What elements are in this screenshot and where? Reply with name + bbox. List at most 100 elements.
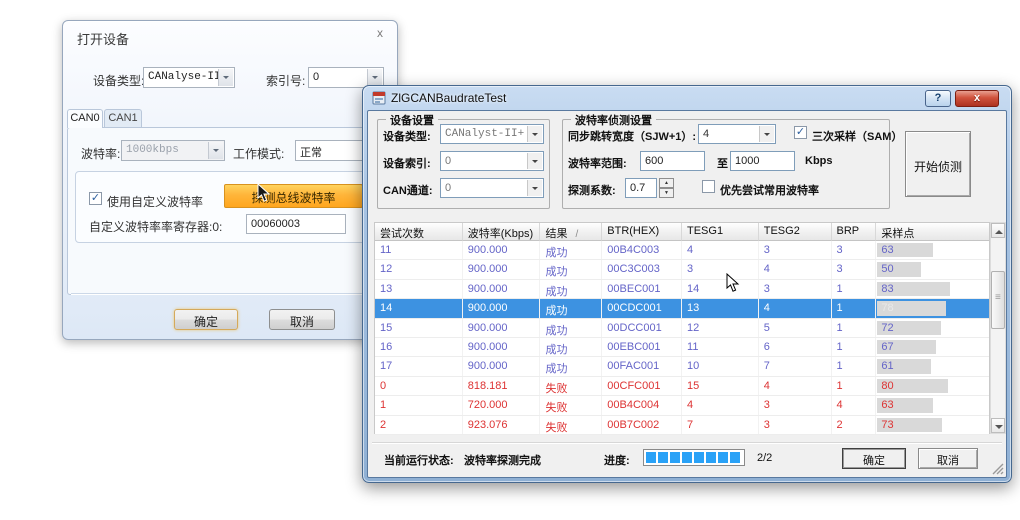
table-row[interactable]: 11900.000成功00B4C00343363 bbox=[375, 241, 989, 260]
coefficient-input[interactable] bbox=[625, 178, 657, 198]
table-cell: 16 bbox=[375, 338, 463, 356]
sample-point-value: 72 bbox=[881, 322, 893, 334]
sjw-combo[interactable]: 4 bbox=[698, 124, 776, 144]
col-tesg1[interactable]: TESG1 bbox=[682, 223, 759, 241]
desktop: 打开设备 x 设备类型: CANalyse-II+ 索引号: 0 CAN0 CA… bbox=[0, 0, 1020, 520]
title-bar[interactable]: ZlGCANBaudrateTest ? x bbox=[363, 86, 1011, 110]
col-baudrate[interactable]: 波特率(Kbps) bbox=[463, 223, 541, 241]
scroll-down-icon[interactable] bbox=[991, 418, 1005, 433]
close-icon[interactable]: x bbox=[377, 26, 383, 40]
table-cell: 00BEC001 bbox=[602, 280, 682, 298]
coefficient-spinner[interactable]: ▲ ▼ bbox=[659, 178, 674, 198]
group-title: 设备设置 bbox=[386, 112, 438, 128]
table-cell: 失败 bbox=[540, 416, 602, 434]
table-cell: 成功 bbox=[540, 299, 602, 317]
col-btr[interactable]: BTR(HEX) bbox=[602, 223, 682, 241]
device-index-label: 设备索引: bbox=[383, 155, 431, 171]
table-cell: 00EBC001 bbox=[602, 338, 682, 356]
close-button[interactable]: x bbox=[955, 90, 999, 107]
range-from-input[interactable] bbox=[640, 151, 705, 171]
table-row[interactable]: 0818.181失败00CFC001154180 bbox=[375, 377, 989, 396]
col-result[interactable]: 结果/ bbox=[540, 223, 602, 241]
table-cell: 成功 bbox=[540, 338, 602, 356]
sample-point-value: 63 bbox=[881, 244, 893, 256]
use-custom-baudrate-checkbox[interactable]: ✓ bbox=[89, 192, 102, 205]
progress-bar bbox=[643, 449, 745, 466]
table-cell: 900.000 bbox=[463, 357, 541, 375]
table-cell: 6 bbox=[759, 338, 832, 356]
chevron-down-icon bbox=[208, 142, 223, 159]
can-channel-combo[interactable]: 0 bbox=[440, 178, 544, 198]
detect-bus-baudrate-button[interactable]: 探测总线波特率 bbox=[224, 184, 363, 208]
device-index-combo[interactable]: 0 bbox=[440, 151, 544, 171]
tab-can1[interactable]: CAN1 bbox=[104, 109, 142, 127]
table-row[interactable]: 15900.000成功00DCC001125172 bbox=[375, 319, 989, 338]
table-row[interactable]: 16900.000成功00EBC001116167 bbox=[375, 338, 989, 357]
ok-button[interactable]: 确定 bbox=[174, 309, 238, 330]
sjw-label: 同步跳转宽度（SJW+1）: bbox=[568, 128, 696, 144]
chevron-down-icon bbox=[759, 126, 774, 142]
device-type-combo[interactable]: CANalyst-II+ bbox=[440, 124, 544, 144]
table-cell: 12 bbox=[375, 260, 463, 278]
coefficient-label: 探测系数: bbox=[568, 182, 616, 198]
triple-sampling-checkbox[interactable]: ✓ bbox=[794, 126, 807, 139]
vertical-scrollbar[interactable] bbox=[990, 222, 1006, 434]
baudrate-value: 1000kbps bbox=[126, 144, 179, 156]
start-detect-button[interactable]: 开始侦测 bbox=[905, 131, 971, 197]
table-cell: 13 bbox=[682, 299, 759, 317]
table-cell: 4 bbox=[759, 377, 832, 395]
col-tesg2[interactable]: TESG2 bbox=[759, 223, 832, 241]
app-icon bbox=[372, 91, 386, 105]
resize-grip[interactable] bbox=[991, 462, 1004, 475]
device-index-value: 0 bbox=[445, 155, 451, 167]
table-cell: 3 bbox=[759, 280, 832, 298]
sjw-value: 4 bbox=[703, 128, 709, 140]
spin-down-icon[interactable]: ▼ bbox=[659, 188, 674, 198]
help-button[interactable]: ? bbox=[925, 90, 951, 107]
table-row[interactable]: 12900.000成功00C3C00334350 bbox=[375, 260, 989, 279]
table-cell: 1 bbox=[375, 396, 463, 414]
device-type-label: 设备类型: bbox=[93, 72, 144, 89]
sample-point-value: 61 bbox=[881, 360, 893, 372]
table-cell: 1 bbox=[832, 377, 877, 395]
scrollbar-thumb[interactable] bbox=[991, 271, 1005, 329]
sample-point-value: 80 bbox=[881, 380, 893, 392]
cancel-button[interactable]: 取消 bbox=[269, 309, 335, 330]
unit-label: Kbps bbox=[805, 155, 833, 167]
col-attempts[interactable]: 尝试次数 bbox=[375, 223, 463, 241]
device-type-label: 设备类型: bbox=[383, 128, 431, 144]
spin-up-icon[interactable]: ▲ bbox=[659, 178, 674, 188]
ok-button[interactable]: 确定 bbox=[842, 448, 906, 469]
table-cell: 00DCC001 bbox=[602, 319, 682, 337]
range-to-input[interactable] bbox=[730, 151, 795, 171]
table-row[interactable]: 2923.076失败00B7C00273273 bbox=[375, 416, 989, 435]
chevron-down-icon bbox=[527, 180, 542, 196]
triple-sampling-label: 三次采样（SAM） bbox=[812, 128, 902, 144]
baudrate-test-dialog: ZlGCANBaudrateTest ? x 设备设置 设备类型: CANaly… bbox=[362, 85, 1012, 483]
table-cell: 17 bbox=[375, 357, 463, 375]
tab-can0[interactable]: CAN0 bbox=[67, 109, 103, 128]
progress-segment bbox=[682, 452, 692, 463]
cancel-button[interactable]: 取消 bbox=[918, 448, 978, 469]
col-sample[interactable]: 采样点 bbox=[876, 223, 989, 241]
table-cell: 900.000 bbox=[463, 241, 541, 259]
baudrate-combo[interactable]: 1000kbps bbox=[121, 140, 225, 161]
table-row[interactable]: 13900.000成功00BEC001143183 bbox=[375, 280, 989, 299]
table-cell: 10 bbox=[682, 357, 759, 375]
chevron-down-icon bbox=[367, 69, 382, 86]
can-channel-label: CAN通道: bbox=[383, 182, 433, 198]
col-brp[interactable]: BRP bbox=[832, 223, 877, 241]
scroll-up-icon[interactable] bbox=[991, 223, 1005, 238]
index-label: 索引号: bbox=[266, 72, 305, 89]
device-type-combo[interactable]: CANalyse-II+ bbox=[143, 67, 235, 88]
table-row[interactable]: 1720.000失败00B4C00443463 bbox=[375, 396, 989, 415]
sample-point-cell: 83 bbox=[876, 280, 989, 298]
common-baudrate-checkbox[interactable] bbox=[702, 180, 715, 193]
custom-register-input[interactable] bbox=[246, 214, 346, 234]
progress-segment bbox=[694, 452, 704, 463]
table-cell: 失败 bbox=[540, 396, 602, 414]
table-row[interactable]: 14900.000成功00CDC001134178 bbox=[375, 299, 989, 318]
open-device-dialog: 打开设备 x 设备类型: CANalyse-II+ 索引号: 0 CAN0 CA… bbox=[62, 20, 398, 340]
table-cell: 900.000 bbox=[463, 338, 541, 356]
table-row[interactable]: 17900.000成功00FAC001107161 bbox=[375, 357, 989, 376]
